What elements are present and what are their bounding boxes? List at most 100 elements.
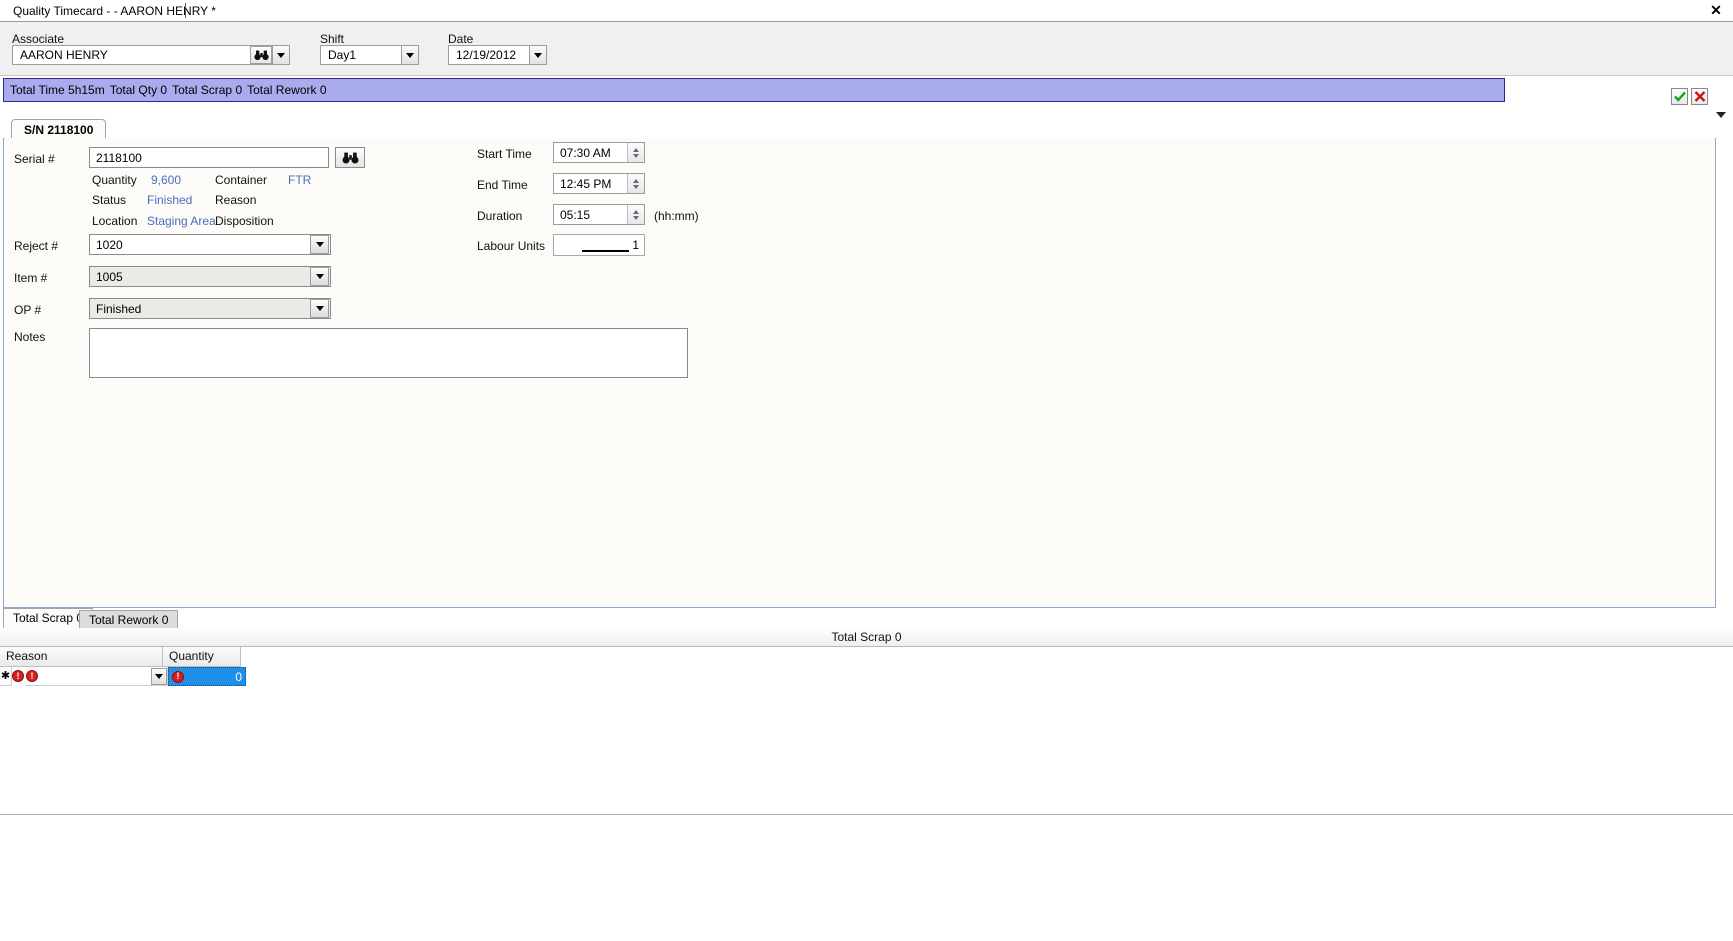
cell-reason[interactable]: ! [25,667,168,686]
table-row[interactable]: ✱ ! ! ! 0 [0,667,246,686]
associate-input[interactable]: AARON HENRY [12,45,274,65]
chevron-down-icon [315,242,324,247]
cancel-button[interactable] [1691,88,1708,105]
start-time-spinner[interactable]: 07:30 AM [553,142,645,163]
shift-dropdown-button[interactable] [401,45,419,65]
spin-down-icon [633,215,639,220]
duration-spinner[interactable]: 05:15 [553,204,645,225]
column-header-reason[interactable]: Reason [0,647,163,667]
start-time-spin-buttons[interactable] [627,143,644,162]
panel-scroll-down-icon[interactable] [1716,112,1726,118]
footer-area: Add ... Scrap [0,815,1733,941]
notes-label: Notes [14,330,46,344]
grid-title-bar: Total Scrap 0 [0,628,1733,647]
disposition-label: Disposition [215,214,274,228]
total-qty-text: Total Qty 0 [109,83,168,97]
container-label: Container [215,173,268,187]
spin-up-icon [633,147,639,152]
associate-dropdown-button[interactable] [272,45,290,65]
scrap-grid: Reason Quantity ✱ ! ! ! 0 [0,647,1733,815]
binoculars-icon [342,152,358,163]
chevron-down-icon [315,306,324,311]
location-label: Location [92,214,138,228]
item-label: Item # [14,271,48,285]
tab-total-rework[interactable]: Total Rework 0 [79,610,179,629]
window-title-tab[interactable]: Quality Timecard - - AARON HENRY * [5,2,222,21]
duration-label: Duration [477,209,523,223]
total-scrap-text: Total Scrap 0 [172,83,243,97]
op-combo-arrow[interactable] [310,299,329,318]
notes-textarea[interactable] [89,328,688,378]
totals-summary-bar: Total Time 5h15m Total Qty 0 Total Scrap… [3,78,1505,102]
cell-quantity[interactable]: ! 0 [168,667,246,686]
spin-up-icon [633,209,639,214]
reason-cell-dropdown[interactable] [151,667,167,685]
associate-input-value: AARON HENRY [20,48,108,62]
row-error-icon[interactable]: ! [12,670,24,682]
chevron-down-icon [277,52,285,58]
item-combo-arrow[interactable] [310,267,329,286]
date-input[interactable]: 12/19/2012 [448,45,530,65]
cell-quantity-value: 0 [235,669,242,684]
container-value: FTR [288,173,312,187]
quantity-value: 9,600 [151,173,182,187]
duration-format-hint: (hh:mm) [654,209,699,223]
labour-units-input[interactable]: 1 [553,234,645,256]
reject-combo[interactable]: 1020 [89,234,331,255]
reject-label: Reject # [14,239,59,253]
spin-down-icon [633,153,639,158]
start-time-value: 07:30 AM [560,145,611,160]
quality-timecard-window: Quality Timecard - - AARON HENRY * ✕ Ass… [0,0,1733,941]
chevron-down-icon [534,52,542,58]
check-icon [1673,91,1686,102]
chevron-down-icon [406,52,414,58]
row-header-new-record[interactable]: ✱ [0,667,12,686]
end-time-label: End Time [477,178,528,192]
total-rework-text: Total Rework 0 [247,83,327,97]
serial-search-button[interactable] [335,147,365,168]
spin-up-icon [633,178,639,183]
date-picker-button[interactable] [529,45,547,65]
serial-input-value: 2118100 [96,150,142,165]
quantity-error-icon[interactable]: ! [172,670,184,683]
associate-label: Associate [12,32,65,46]
duration-spin-buttons[interactable] [627,205,644,224]
shift-label: Shift [320,32,345,46]
reject-combo-arrow[interactable] [310,235,329,254]
reason-label: Reason [215,193,257,207]
title-text-caret [185,3,186,18]
tab-serial-2118100[interactable]: S/N 2118100 [11,119,107,140]
duration-value: 05:15 [560,207,591,222]
end-time-spin-buttons[interactable] [627,174,644,193]
x-icon [1694,91,1705,102]
close-icon[interactable]: ✕ [1707,1,1725,19]
labour-units-underline [582,250,629,252]
item-combo[interactable]: 1005 [89,266,331,287]
op-combo[interactable]: Finished [89,298,331,319]
date-label: Date [448,32,474,46]
item-combo-value: 1005 [96,269,123,284]
serial-label: Serial # [14,152,55,166]
shift-input[interactable]: Day1 [320,45,402,65]
quantity-label: Quantity [92,173,137,187]
chevron-down-icon [155,673,163,679]
start-time-label: Start Time [477,147,532,161]
accept-button[interactable] [1671,88,1688,105]
new-row-asterisk-icon: ✱ [0,669,11,682]
shift-input-value: Day1 [328,48,357,62]
record-action-buttons [1671,88,1708,105]
column-header-quantity[interactable]: Quantity [163,647,241,667]
location-value: Staging Area [147,214,216,228]
binoculars-icon[interactable] [250,46,272,64]
chevron-down-icon [315,274,324,279]
reject-combo-value: 1020 [96,237,123,252]
scrap-rework-tabstrip: Total Scrap 0 Total Rework 0 [0,608,1733,629]
date-input-value: 12/19/2012 [456,48,517,62]
window-titlebar: Quality Timecard - - AARON HENRY * ✕ [0,0,1733,22]
grid-header-row: Reason Quantity [0,647,241,667]
spin-down-icon [633,184,639,189]
labour-units-value: 1 [632,238,639,252]
reason-error-icon[interactable]: ! [26,670,38,682]
end-time-spinner[interactable]: 12:45 PM [553,173,645,194]
serial-input[interactable]: 2118100 [89,147,329,168]
